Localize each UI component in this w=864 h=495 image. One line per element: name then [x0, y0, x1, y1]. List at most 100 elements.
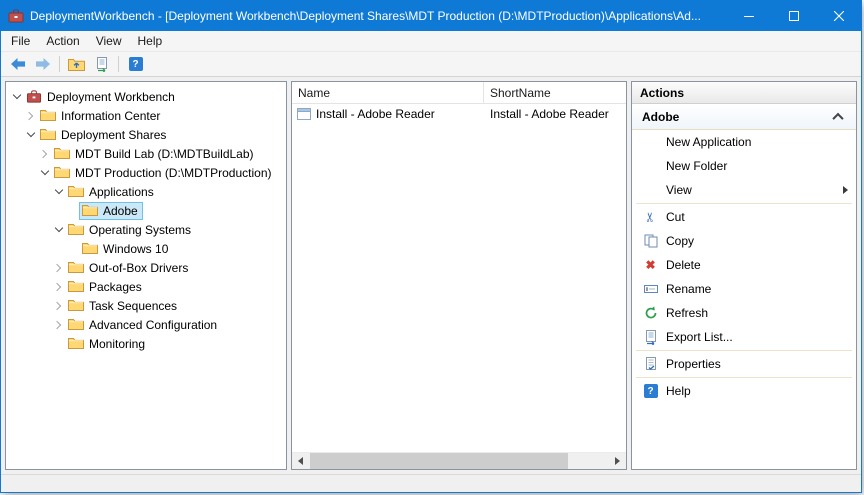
action-delete[interactable]: ✖ Delete: [632, 253, 856, 277]
tree-item-information-center[interactable]: Information Center: [6, 106, 286, 125]
expand-chevron-icon[interactable]: [52, 277, 65, 296]
tree-item-label: MDT Build Lab (D:\MDTBuildLab): [75, 147, 254, 161]
results-list-pane: Name ShortName Install - Adobe Reader In…: [291, 81, 627, 470]
action-new-folder[interactable]: New Folder: [632, 154, 856, 178]
tree-item-packages[interactable]: Packages: [6, 277, 286, 296]
expand-chevron-icon[interactable]: [52, 258, 65, 277]
close-icon: [834, 11, 844, 21]
twisty-placeholder: [66, 201, 79, 220]
list-header: Name ShortName: [292, 82, 626, 104]
scrollbar-thumb[interactable]: [310, 453, 568, 469]
expand-chevron-icon[interactable]: [52, 296, 65, 315]
maximize-button[interactable]: [771, 1, 816, 31]
scroll-right-button[interactable]: [609, 453, 626, 469]
twisty-placeholder: [52, 334, 65, 353]
folder-icon: [68, 299, 84, 312]
toolbar: ?: [1, 52, 861, 77]
workbench-icon: [26, 89, 42, 104]
horizontal-scrollbar[interactable]: [292, 452, 626, 469]
column-header-name[interactable]: Name: [292, 82, 484, 103]
action-rename[interactable]: Rename: [632, 277, 856, 301]
scroll-left-icon: [298, 457, 303, 465]
actions-separator: [636, 350, 852, 351]
tree-item-label: Applications: [89, 185, 154, 199]
list-row-install-adobe-reader[interactable]: Install - Adobe Reader Install - Adobe R…: [292, 104, 626, 124]
tree-item-label: MDT Production (D:\MDTProduction): [75, 166, 272, 180]
action-cut[interactable]: ✂ Cut: [632, 205, 856, 229]
menu-file[interactable]: File: [3, 32, 38, 50]
tree-item-label: Advanced Configuration: [89, 318, 217, 332]
folder-icon: [68, 318, 84, 331]
console-tree-pane: Deployment Workbench Information Center …: [5, 81, 287, 470]
help-icon: ?: [642, 383, 659, 399]
tree-item-label: Information Center: [61, 109, 160, 123]
chevron-up-icon[interactable]: [830, 109, 846, 125]
up-one-level-button[interactable]: [65, 54, 88, 75]
action-refresh[interactable]: Refresh: [632, 301, 856, 325]
minimize-button[interactable]: [726, 1, 771, 31]
help-icon: ?: [129, 57, 143, 71]
actions-group-adobe[interactable]: Adobe: [632, 104, 856, 130]
tree-item-advanced-configuration[interactable]: Advanced Configuration: [6, 315, 286, 334]
copy-icon: [642, 233, 659, 249]
scroll-left-button[interactable]: [292, 453, 309, 469]
tree-item-operating-systems[interactable]: Operating Systems: [6, 220, 286, 239]
tree-item-out-of-box-drivers[interactable]: Out-of-Box Drivers: [6, 258, 286, 277]
action-properties[interactable]: Properties: [632, 352, 856, 376]
scissors-icon: ✂: [642, 209, 659, 225]
action-label: Copy: [666, 234, 694, 248]
collapse-chevron-icon[interactable]: [24, 125, 37, 144]
export-list-button[interactable]: [90, 54, 113, 75]
tree-item-applications[interactable]: Applications: [6, 182, 286, 201]
tree-item-adobe[interactable]: Adobe: [6, 201, 286, 220]
tree-item-mdt-production[interactable]: MDT Production (D:\MDTProduction): [6, 163, 286, 182]
action-copy[interactable]: Copy: [632, 229, 856, 253]
minimize-icon: [744, 11, 754, 21]
main-area: Deployment Workbench Information Center …: [1, 77, 861, 474]
collapse-chevron-icon[interactable]: [10, 87, 23, 106]
help-button[interactable]: ?: [124, 54, 147, 75]
back-icon: [10, 57, 26, 71]
forward-button[interactable]: [31, 54, 54, 75]
tree-item-windows-10[interactable]: Windows 10: [6, 239, 286, 258]
tree-item-deployment-shares[interactable]: Deployment Shares: [6, 125, 286, 144]
action-label: Cut: [666, 210, 685, 224]
list-body: Install - Adobe Reader Install - Adobe R…: [292, 104, 626, 452]
export-list-icon: [642, 329, 659, 345]
selected-tree-node[interactable]: Adobe: [79, 202, 143, 220]
app-icon: [8, 8, 24, 24]
menu-help[interactable]: Help: [130, 32, 171, 50]
tree-item-deployment-workbench[interactable]: Deployment Workbench: [6, 87, 286, 106]
menubar: File Action View Help: [1, 31, 861, 52]
action-help[interactable]: ? Help: [632, 379, 856, 403]
menu-view[interactable]: View: [88, 32, 130, 50]
collapse-chevron-icon[interactable]: [52, 182, 65, 201]
column-header-shortname[interactable]: ShortName: [484, 82, 626, 103]
menu-action[interactable]: Action: [38, 32, 87, 50]
expand-chevron-icon[interactable]: [24, 106, 37, 125]
action-label: New Folder: [666, 159, 727, 173]
collapse-chevron-icon[interactable]: [38, 163, 51, 182]
action-new-application[interactable]: New Application: [632, 130, 856, 154]
tree-item-mdt-build-lab[interactable]: MDT Build Lab (D:\MDTBuildLab): [6, 144, 286, 163]
expand-chevron-icon[interactable]: [52, 315, 65, 334]
tree-item-monitoring[interactable]: Monitoring: [6, 334, 286, 353]
export-list-icon: [95, 57, 109, 72]
actions-pane: Actions Adobe New Application New Folder…: [631, 81, 857, 470]
action-label: Rename: [666, 282, 711, 296]
tree-item-task-sequences[interactable]: Task Sequences: [6, 296, 286, 315]
titlebar[interactable]: DeploymentWorkbench - [Deployment Workbe…: [1, 1, 861, 31]
row-shortname: Install - Adobe Reader: [484, 107, 626, 121]
expand-chevron-icon[interactable]: [38, 144, 51, 163]
action-export-list[interactable]: Export List...: [632, 325, 856, 349]
close-button[interactable]: [816, 1, 861, 31]
back-button[interactable]: [6, 54, 29, 75]
action-view[interactable]: View: [632, 178, 856, 202]
scrollbar-track[interactable]: [309, 453, 609, 469]
tree-item-label: Monitoring: [89, 337, 145, 351]
tree-item-label: Deployment Shares: [61, 128, 166, 142]
delete-icon: ✖: [642, 257, 659, 273]
folder-icon: [82, 242, 98, 255]
collapse-chevron-icon[interactable]: [52, 220, 65, 239]
maximize-icon: [789, 11, 799, 21]
